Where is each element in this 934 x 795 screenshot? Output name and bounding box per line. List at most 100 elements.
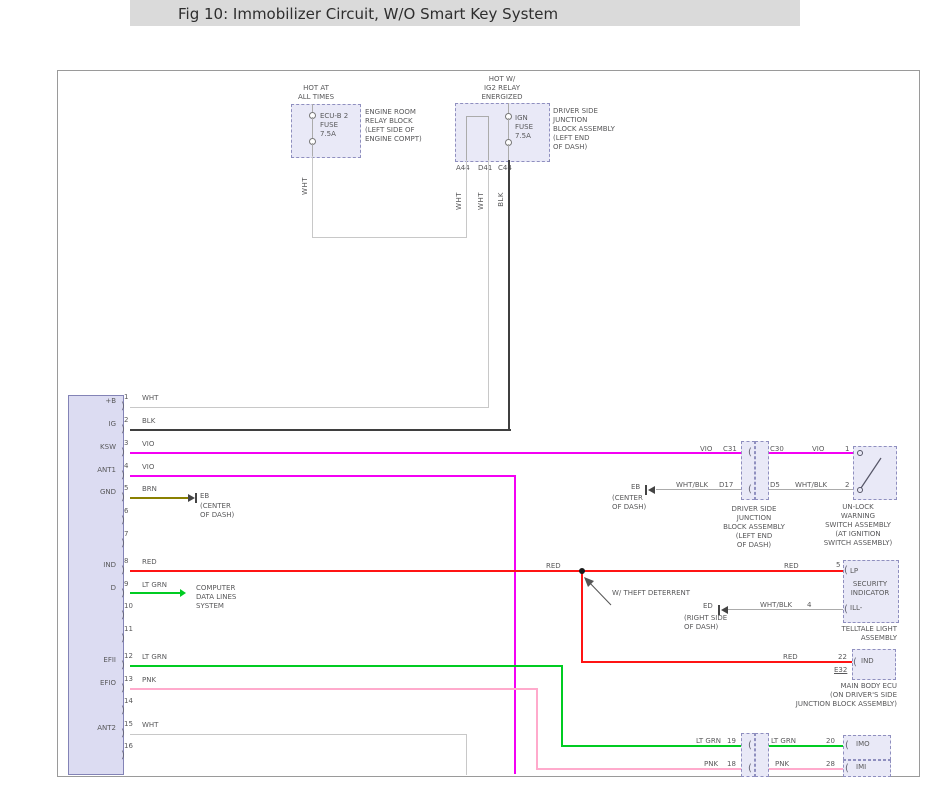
imi-box [843, 760, 891, 777]
junction-internal-a44-riser [466, 116, 467, 160]
main-body-ecu-label: MAIN BODY ECU (ON DRIVER'S SIDE JUNCTION… [745, 682, 897, 709]
security-pin-ill-label: ILL- [850, 604, 862, 613]
fuse2-element [508, 118, 509, 139]
wire-wht-ant2-drop [466, 734, 467, 775]
ecu-pin-12-wire: LT GRN [142, 653, 167, 662]
imi-wire-right-label: PNK [775, 760, 789, 769]
ecu-pin-16-glyph: ) [121, 751, 125, 761]
telltale-light-label: TELLTALE LIGHT ASSEMBLY [821, 625, 897, 643]
ecu-pin-8-wire: RED [142, 558, 157, 567]
ill-wire-label: WHT/BLK [760, 601, 792, 610]
imo-wire-right-label: LT GRN [771, 737, 796, 746]
imi-pin-left-number: 18 [727, 760, 736, 769]
connector-socket-icon: ( [845, 741, 849, 751]
wire-wht-ant2 [130, 734, 467, 735]
ground-eb-pin5-location: (CENTER OF DASH) [200, 502, 234, 520]
fuse1-stub-bottom [312, 143, 313, 156]
wire-red-to-main-body-ecu [581, 661, 852, 663]
ecu-pin-10-glyph: ) [121, 611, 125, 621]
wire-wht-run-to-a44 [312, 237, 467, 238]
imo-pin-right-number: 20 [826, 737, 835, 746]
wire-blk-c44-drop [508, 160, 510, 430]
ecu-pin-4-wire: VIO [142, 463, 154, 472]
unlock-gnd-connector-d17-label: D17 [719, 481, 733, 490]
unlock-warning-switch-label: UN-LOCK WARNING SWITCH ASSEMBLY (AT IGNI… [818, 503, 898, 548]
connector-d41-label: D41 [478, 164, 492, 173]
imi-box-label: IMI [856, 763, 866, 772]
e32-connector-label: E32 [834, 666, 847, 675]
ground-eb-pin5-bar-icon [195, 493, 197, 503]
wire-wht-a44-label: WHT [455, 192, 463, 210]
imo-box-label: IMO [856, 740, 870, 749]
imo-pin-left-number: 19 [727, 737, 736, 746]
wire-vio-ant1-drop [514, 475, 516, 774]
ind2-wire-label: RED [783, 653, 798, 662]
ecu-pin-16-number: 16 [124, 742, 133, 751]
ground-ed-location: (RIGHT SIDE OF DASH) [684, 614, 727, 632]
ecu-pin-12-glyph: ) [121, 661, 125, 671]
ecu-pin-3-name: KSW [74, 443, 116, 452]
wire-ltgrn-efii [130, 665, 563, 667]
imo-wire-left-label: LT GRN [696, 737, 721, 746]
ecu-pin-1-name: +B [74, 397, 116, 406]
ksw-wire-right-label: VIO [812, 445, 824, 454]
ecu-pin-15-glyph: ) [121, 729, 125, 739]
wire-wht-ecub2-drop [312, 156, 313, 238]
unlock-switch-symbol-icon [855, 448, 893, 496]
ill-pin-number: 4 [807, 601, 811, 610]
ecu-pin-13-number: 13 [124, 675, 133, 684]
figure-title: Fig 10: Immobilizer Circuit, W/O Smart K… [178, 5, 558, 23]
ecu-pin-9-wire: LT GRN [142, 581, 167, 590]
ecu-pin-5-glyph: ) [121, 493, 125, 503]
ecu-pin-11-number: 11 [124, 625, 133, 634]
ecu-pin-2-glyph: ) [121, 425, 125, 435]
unlock-gnd-wire-left-label: WHT/BLK [676, 481, 708, 490]
junction-internal-d41-riser [488, 116, 489, 160]
ground-eb-mid-icon [648, 486, 655, 494]
ecu-pin-5-wire: BRN [142, 485, 157, 494]
ecu-pin-4-name: ANT1 [74, 466, 116, 475]
hot-ig2-relay-label: HOT W/ IG2 RELAY ENERGIZED [472, 75, 532, 102]
fuse1-stub-top [312, 104, 313, 112]
ecu-pin-15-name: ANT2 [74, 724, 116, 733]
ksw-connector-c31-label: C31 [723, 445, 737, 454]
ind-wire-mid-label: RED [546, 562, 561, 571]
ground-eb-mid-label: EB [631, 483, 640, 492]
ign-fuse-junction-box [455, 103, 550, 162]
ecu-pin-15-wire: WHT [142, 721, 158, 730]
wire-pnk-efio [130, 688, 538, 690]
connector-a44-label: A44 [456, 164, 470, 173]
data-lines-arrow-icon [180, 589, 186, 597]
connector-socket-icon: ( [844, 605, 848, 615]
ecu-pin-6-glyph: ) [121, 516, 125, 526]
computer-data-lines-label: COMPUTER DATA LINES SYSTEM [196, 584, 236, 611]
wire-brn-gnd [130, 497, 188, 499]
wire-blk-ig [130, 429, 511, 431]
junction-internal-bridge [466, 116, 489, 117]
connector-socket-icon: ( [748, 485, 752, 495]
ecu-pin-13-glyph: ) [121, 684, 125, 694]
ecu-pin-12-number: 12 [124, 652, 133, 661]
wire-wht-d41-drop [488, 160, 489, 408]
ecu-pin-4-glyph: ) [121, 471, 125, 481]
ecu-pin-1-wire: WHT [142, 394, 158, 403]
ind-pin-number: 5 [836, 561, 840, 570]
ecu-pin-7-glyph: ) [121, 539, 125, 549]
fuse2-stub-bottom [508, 144, 509, 160]
wire-blk-c44-label: BLK [497, 192, 505, 207]
hot-at-all-times-label: HOT AT ALL TIMES [286, 84, 346, 102]
ecu-pin-3-glyph: ) [121, 448, 125, 458]
ecu-pin-2-name: IG [74, 420, 116, 429]
ecu-pin-10-number: 10 [124, 602, 133, 611]
ecu-pin-9-glyph: ) [121, 589, 125, 599]
ecu-pin-2-wire: BLK [142, 417, 155, 426]
ground-ed-label: ED [703, 602, 713, 611]
ecu-pin-5-name: GND [74, 488, 116, 497]
ind-wire-right-label: RED [784, 562, 799, 571]
wire-ltgrn-data [130, 592, 180, 594]
ecu-pin-14-glyph: ) [121, 706, 125, 716]
wire-red-ind [130, 570, 844, 572]
unlock-gnd-wire-right-label: WHT/BLK [795, 481, 827, 490]
connector-socket-icon: ( [748, 741, 752, 751]
ecu-pin-3-wire: VIO [142, 440, 154, 449]
